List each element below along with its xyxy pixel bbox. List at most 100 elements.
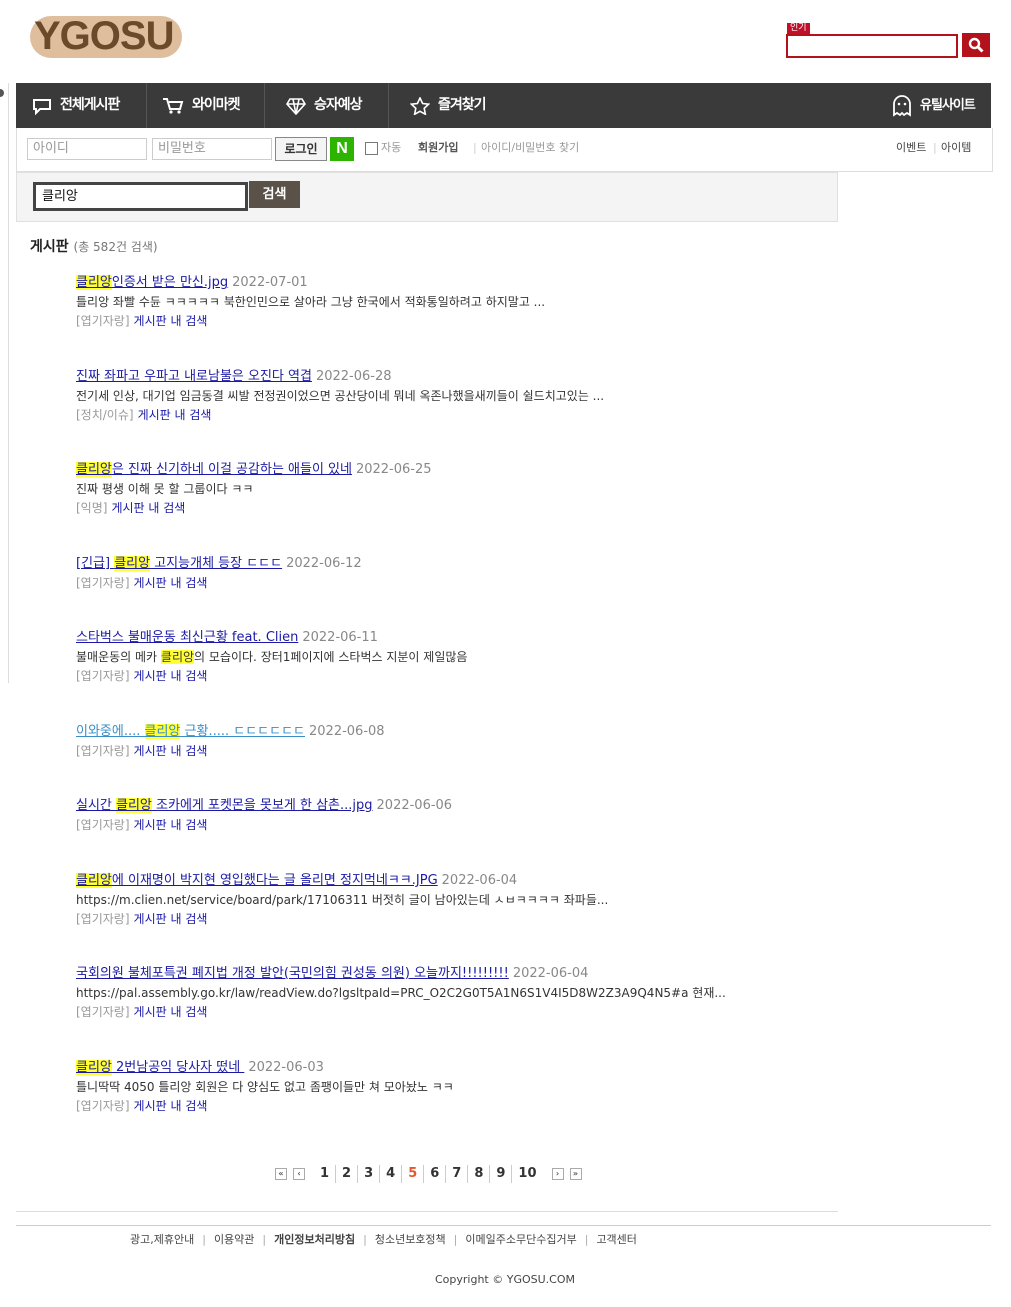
next-page-button[interactable]: › xyxy=(551,1168,564,1180)
first-page-button[interactable]: « xyxy=(275,1168,287,1180)
board-search-link[interactable]: 게시판 내 검색 xyxy=(134,744,208,758)
result-title-row: 실시간 클리앙 조카에게 포켓몬을 못보게 한 삼촌...jpg 2022-06-… xyxy=(76,797,796,815)
result-title-link[interactable]: 국회의원 불체포특권 폐지법 개정 발안(국민의힘 권성동 의원) 오늘까지!!… xyxy=(76,966,509,981)
result-title-link[interactable]: 진짜 좌파고 우파고 내로남불은 오진다 역겹 xyxy=(76,369,312,384)
prev-page-button[interactable]: ‹ xyxy=(293,1168,305,1180)
page-link-5[interactable]: 5 xyxy=(402,1165,425,1183)
result-title-row: 국회의원 불체포특권 폐지법 개정 발안(국민의힘 권성동 의원) 오늘까지!!… xyxy=(76,965,796,983)
find-account-link[interactable]: 아이디/비밀번호 찾기 xyxy=(481,140,579,156)
footer-link[interactable]: 광고,제휴안내 xyxy=(130,1233,194,1246)
footer-link[interactable]: 이용약관 xyxy=(214,1233,254,1246)
footer-link[interactable]: 고객센터 xyxy=(596,1233,636,1246)
board-search-link[interactable]: 게시판 내 검색 xyxy=(134,669,208,683)
board-name: [엽기자랑] xyxy=(76,912,130,926)
last-page-button[interactable]: » xyxy=(569,1168,582,1180)
nav-favorites[interactable]: 즐겨찾기 xyxy=(410,83,487,128)
page-link-2[interactable]: 2 xyxy=(336,1165,359,1183)
main-nav: 전체게시판 와이마켓 승자예상 즐겨찾기 유틸사이트 xyxy=(16,83,991,128)
board-name: [정치/이슈] xyxy=(76,408,134,422)
result-title-link[interactable]: 클리앙은 진짜 신기하네 이걸 공감하는 애들이 있네 xyxy=(76,462,352,477)
nav-ymarket[interactable]: 와이마켓 xyxy=(162,83,241,128)
result-snippet: 전기세 인상, 대기업 임금동결 씨발 전정권이었으면 공산당이네 뭐네 옥존나… xyxy=(76,387,796,405)
page-link-8[interactable]: 8 xyxy=(468,1165,491,1183)
search-input[interactable]: 클리앙 xyxy=(33,182,248,211)
nav-divider xyxy=(388,83,389,128)
page-link-10[interactable]: 10 xyxy=(512,1165,542,1183)
result-snippet: 틀니딱딱 4050 틀리앙 회원은 다 양심도 없고 좀팽이들만 쳐 모아놨노 … xyxy=(76,1078,796,1096)
page-link-6[interactable]: 6 xyxy=(424,1165,447,1183)
board-search-link[interactable]: 게시판 내 검색 xyxy=(134,576,208,590)
footer-link[interactable]: 이메일주소무단수집거부 xyxy=(465,1233,576,1246)
result-meta: [엽기자랑] 게시판 내 검색 xyxy=(76,1003,796,1021)
result-title-link[interactable]: 클리앙 2번남공익 당사자 떴네 xyxy=(76,1060,244,1075)
footer-link[interactable]: 청소년보호정책 xyxy=(375,1233,446,1246)
footer-link[interactable]: 개인정보처리방침 xyxy=(274,1233,355,1246)
naver-login-button[interactable]: N xyxy=(330,137,354,161)
snippet-text: 전기세 인상, 대기업 임금동결 씨발 전정권이었으면 공산당이네 뭐네 옥존나… xyxy=(76,389,605,403)
item-link[interactable]: 아이템 xyxy=(941,140,971,156)
highlighted-keyword: 클리앙 xyxy=(114,556,151,571)
event-link[interactable]: 이벤트 xyxy=(896,140,926,156)
page-link-4[interactable]: 4 xyxy=(380,1165,403,1183)
result-title-row: 클리앙 2번남공익 당사자 떴네 2022-06-03 xyxy=(76,1059,796,1077)
title-text: 이와중에.... xyxy=(76,724,145,739)
result-title-row: [긴급] 클리앙 고지능개체 등장 ㄷㄷㄷ 2022-06-12 xyxy=(76,555,796,573)
result-date: 2022-06-12 xyxy=(286,556,362,571)
board-name: [엽기자랑] xyxy=(76,1005,130,1019)
nav-label: 승자예상 xyxy=(314,97,363,113)
pagination: « ‹ 1 2 3 4 5 6 7 8 9 10 › » xyxy=(272,1165,585,1183)
nav-label: 전체게시판 xyxy=(60,97,120,113)
highlighted-keyword: 클리앙 xyxy=(76,462,112,477)
footer-links: 광고,제휴안내 | 이용약관 | 개인정보처리방침 | 청소년보호정책 | 이메일주소무단수집거… xyxy=(130,1232,637,1248)
result-title-link[interactable]: [긴급] 클리앙 고지능개체 등장 ㄷㄷㄷ xyxy=(76,556,282,571)
result-title-link[interactable]: 클리앙에 이재명이 박지현 영입했다는 글 올리면 정지먹네ㅋㅋ.JPG xyxy=(76,873,438,888)
board-search-link[interactable]: 게시판 내 검색 xyxy=(138,408,212,422)
result-title-link[interactable]: 스타벅스 불매운동 최신근황 feat. Clien xyxy=(76,630,298,645)
board-search-link[interactable]: 게시판 내 검색 xyxy=(134,314,208,328)
result-date: 2022-06-04 xyxy=(512,966,589,981)
join-link[interactable]: 회원가입 xyxy=(418,140,458,156)
site-logo[interactable]: YGOSU xyxy=(28,8,188,60)
page-link-3[interactable]: 3 xyxy=(358,1165,381,1183)
nav-predictions[interactable]: 승자예상 xyxy=(286,83,363,128)
result-title-link[interactable]: 실시간 클리앙 조카에게 포켓몬을 못보게 한 삼촌...jpg xyxy=(76,798,373,813)
nav-label: 즐겨찾기 xyxy=(438,97,487,113)
nav-label: 와이마켓 xyxy=(192,97,241,113)
board-search-link[interactable]: 게시판 내 검색 xyxy=(134,1005,208,1019)
speech-bubble-icon xyxy=(33,98,51,115)
divider xyxy=(16,1225,991,1226)
top-search-button[interactable] xyxy=(962,33,990,57)
snippet-text: https://pal.assembly.go.kr/law/readView.… xyxy=(76,986,726,1000)
password-input[interactable]: 비밀번호 xyxy=(152,138,272,160)
nav-all-boards[interactable]: 전체게시판 xyxy=(32,83,120,128)
page-link-1[interactable]: 1 xyxy=(314,1165,337,1183)
top-search-input[interactable] xyxy=(786,34,958,58)
board-search-link[interactable]: 게시판 내 검색 xyxy=(134,1099,208,1113)
title-text: 근황..... ㄷㄷㄷㄷㄷㄷ xyxy=(180,724,306,739)
result-title-link[interactable]: 이와중에.... 클리앙 근황..... ㄷㄷㄷㄷㄷㄷ xyxy=(76,724,305,739)
separator: | xyxy=(933,141,937,154)
result-date: 2022-06-03 xyxy=(248,1060,324,1075)
separator: | xyxy=(473,141,477,154)
login-button[interactable]: 로그인 xyxy=(275,137,327,161)
search-result: 진짜 좌파고 우파고 내로남불은 오진다 역겹 2022-06-28 전기세 인상,… xyxy=(76,368,796,424)
logo-text: YGOSU xyxy=(34,14,174,58)
result-meta: [엽기자랑] 게시판 내 검색 xyxy=(76,1097,796,1115)
search-button[interactable]: 검색 xyxy=(249,181,300,208)
popular-label: 인기 xyxy=(787,23,810,34)
nav-util-sites[interactable]: 유틸사이트 xyxy=(892,83,976,128)
auto-login-checkbox[interactable] xyxy=(365,142,378,155)
board-search-link[interactable]: 게시판 내 검색 xyxy=(111,501,185,515)
id-input[interactable]: 아이디 xyxy=(27,138,147,160)
result-title-link[interactable]: 클리앙인증서 받은 만신.jpg xyxy=(76,275,228,290)
footer-separator: | xyxy=(202,1233,206,1246)
page-link-9[interactable]: 9 xyxy=(490,1165,513,1183)
result-snippet: 불매운동의 메카 클리앙의 모습이다. 장터1페이지에 스타벅스 지분이 제일많… xyxy=(76,648,796,666)
page-link-7[interactable]: 7 xyxy=(446,1165,469,1183)
result-meta: [엽기자랑] 게시판 내 검색 xyxy=(76,816,796,834)
board-search-link[interactable]: 게시판 내 검색 xyxy=(134,912,208,926)
highlighted-keyword: 클리앙 xyxy=(76,1060,112,1075)
nav-divider xyxy=(146,83,147,128)
board-search-link[interactable]: 게시판 내 검색 xyxy=(134,818,208,832)
nav-divider xyxy=(264,83,265,128)
